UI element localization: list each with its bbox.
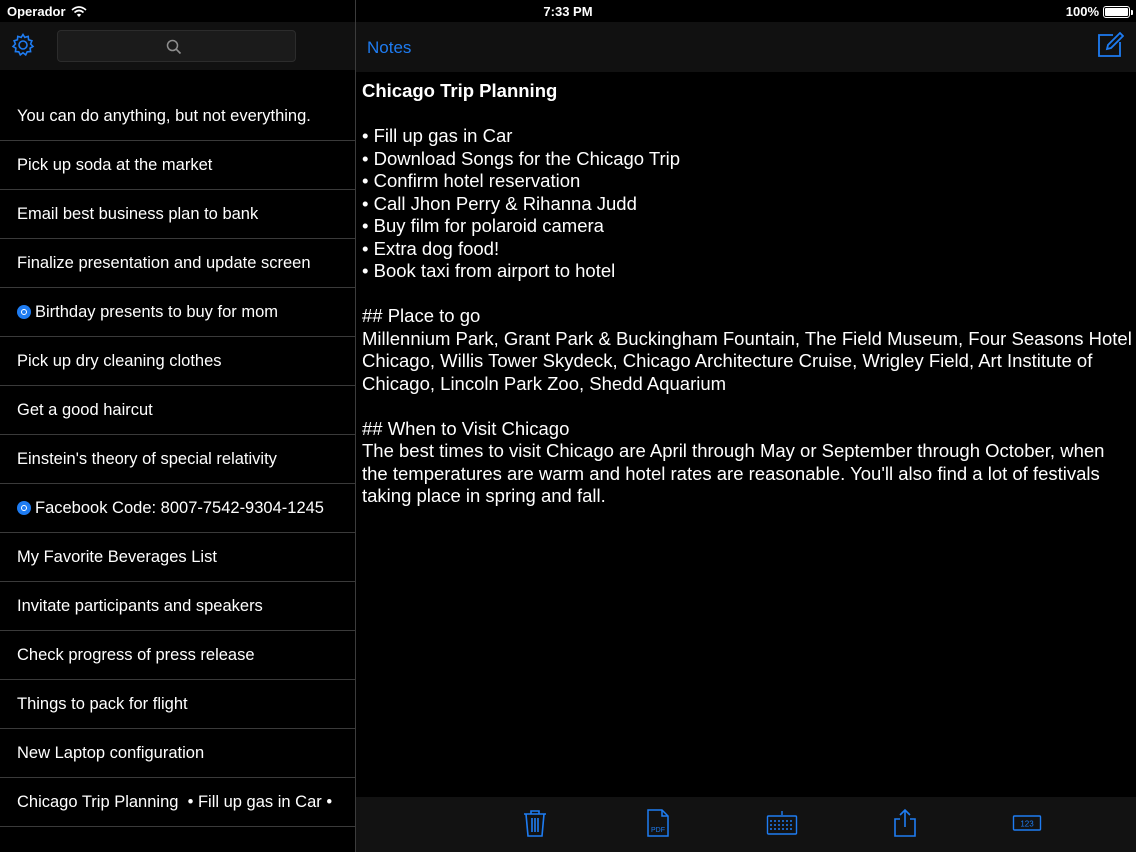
list-item[interactable]: Finalize presentation and update screen xyxy=(0,239,355,288)
list-item[interactable]: Check progress of press release xyxy=(0,631,355,680)
notes-list: You can do anything, but not everything.… xyxy=(0,92,355,827)
list-item[interactable]: Pick up dry cleaning clothes xyxy=(0,337,355,386)
note-content[interactable]: Chicago Trip Planning • Fill up gas in C… xyxy=(362,80,1132,508)
list-item[interactable]: Email best business plan to bank xyxy=(0,190,355,239)
note-title: Chicago Trip Planning xyxy=(362,80,558,101)
search-icon xyxy=(166,39,182,55)
list-item[interactable]: My Favorite Beverages List xyxy=(0,533,355,582)
list-item[interactable]: Einstein's theory of special relativity xyxy=(0,435,355,484)
list-item-label: Facebook Code: 8007-7542-9304-1245 xyxy=(35,498,324,517)
list-item-label: My Favorite Beverages List xyxy=(17,547,217,566)
list-item[interactable]: New Laptop configuration xyxy=(0,729,355,778)
sidebar: You can do anything, but not everything.… xyxy=(0,0,355,852)
battery-percent: 100% xyxy=(1065,4,1099,19)
list-item-label: Einstein's theory of special relativity xyxy=(17,449,277,468)
pdf-icon[interactable]: PDF xyxy=(644,808,672,838)
list-item-label: Things to pack for flight xyxy=(17,694,188,713)
list-item-label: Check progress of press release xyxy=(17,645,255,664)
battery-icon xyxy=(1103,5,1133,18)
numbers-icon-label: 123 xyxy=(1020,820,1034,829)
bottom-toolbar: PDF 123 xyxy=(356,797,1136,852)
list-item-label: Finalize presentation and update screen xyxy=(17,253,311,272)
list-item-label: Chicago Trip Planning • Fill up gas in C… xyxy=(17,792,333,811)
list-item-label: Get a good haircut xyxy=(17,400,153,419)
list-item[interactable]: Things to pack for flight xyxy=(0,680,355,729)
list-item-label: Birthday presents to buy for mom xyxy=(35,302,279,321)
trash-icon[interactable] xyxy=(521,808,549,838)
list-item-label: You can do anything, but not everything. xyxy=(17,106,311,125)
list-item[interactable]: Invitate participants and speakers xyxy=(0,582,355,631)
list-item-label: Pick up soda at the market xyxy=(17,155,213,174)
notes-back-button[interactable]: Notes xyxy=(367,38,411,58)
compose-icon[interactable] xyxy=(1096,31,1124,59)
list-item[interactable]: Chicago Trip Planning • Fill up gas in C… xyxy=(0,778,355,827)
reminder-dot-icon xyxy=(17,501,31,515)
note-body: • Fill up gas in Car • Download Songs fo… xyxy=(362,125,1132,506)
list-item[interactable]: You can do anything, but not everything. xyxy=(0,92,355,141)
numbers-icon[interactable]: 123 xyxy=(1012,808,1042,838)
pdf-icon-label: PDF xyxy=(651,827,665,834)
keyboard-icon[interactable] xyxy=(766,808,798,838)
list-item-label: Invitate participants and speakers xyxy=(17,596,263,615)
list-item[interactable]: Pick up soda at the market xyxy=(0,141,355,190)
gear-icon[interactable] xyxy=(10,32,36,58)
status-bar: Operador 7:33 PM 100% xyxy=(0,0,1136,22)
list-item-label: Pick up dry cleaning clothes xyxy=(17,351,222,370)
list-item[interactable]: Facebook Code: 8007-7542-9304-1245 xyxy=(0,484,355,533)
sidebar-header xyxy=(0,22,355,70)
reminder-dot-icon xyxy=(17,305,31,319)
list-item[interactable]: Birthday presents to buy for mom xyxy=(0,288,355,337)
detail-header: Notes xyxy=(356,22,1136,72)
clock: 7:33 PM xyxy=(543,4,593,19)
list-item[interactable]: Get a good haircut xyxy=(0,386,355,435)
note-detail: Notes Chicago Trip Planning • Fill up ga… xyxy=(356,0,1136,852)
share-icon[interactable] xyxy=(891,808,919,838)
list-item-label: New Laptop configuration xyxy=(17,743,205,762)
search-input[interactable] xyxy=(57,30,296,62)
list-item-label: Email best business plan to bank xyxy=(17,204,259,223)
